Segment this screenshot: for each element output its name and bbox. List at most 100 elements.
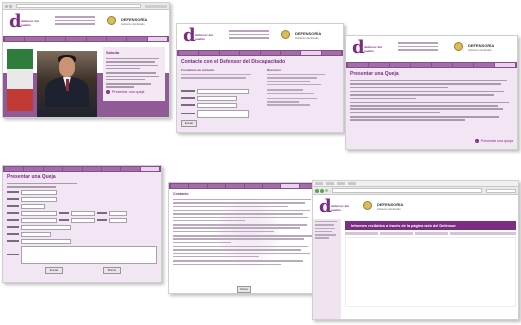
- nav-item-active[interactable]: [147, 37, 167, 41]
- nav-item[interactable]: [101, 167, 121, 171]
- nav-item[interactable]: [63, 167, 82, 171]
- phone-field[interactable]: [71, 217, 95, 223]
- nav-item[interactable]: [390, 63, 410, 67]
- nav-item[interactable]: [260, 51, 280, 55]
- site-logo[interactable]: d: [9, 12, 22, 32]
- nav-item[interactable]: [66, 37, 86, 41]
- phone-field[interactable]: [197, 102, 237, 108]
- id-field[interactable]: [21, 203, 45, 209]
- reload-button[interactable]: [325, 189, 328, 192]
- site-logo[interactable]: d: [183, 26, 196, 46]
- address-bar[interactable]: [16, 4, 141, 8]
- first-name-field[interactable]: [21, 189, 57, 195]
- nav-item[interactable]: [25, 37, 45, 41]
- nav-item[interactable]: [5, 167, 24, 171]
- gov-subtitle: Gobierno del Estado: [468, 49, 492, 52]
- sidebar-item[interactable]: [315, 227, 336, 229]
- nav-item[interactable]: [45, 37, 66, 41]
- nav-item[interactable]: [106, 37, 127, 41]
- nav-item[interactable]: [189, 184, 207, 188]
- sidebar-item[interactable]: [315, 234, 337, 236]
- disability-field[interactable]: [21, 231, 51, 237]
- search-box[interactable]: [486, 188, 516, 193]
- nav-item-active[interactable]: [301, 51, 321, 55]
- nav-item[interactable]: [453, 63, 473, 67]
- content-area: Presentar una Queja Enviar Borrar: [3, 172, 161, 282]
- nav-item-active[interactable]: [140, 167, 159, 171]
- address-field[interactable]: [21, 210, 57, 216]
- site-logo[interactable]: d: [352, 38, 365, 58]
- browser-tools[interactable]: [145, 4, 167, 8]
- sidebar-item[interactable]: [315, 221, 337, 223]
- entity-field[interactable]: [21, 238, 71, 244]
- nav-item-active[interactable]: [281, 184, 299, 188]
- mobile-field[interactable]: [109, 217, 127, 223]
- nav-item[interactable]: [369, 63, 389, 67]
- reports-banner-text: Informes recibidos a través de la página…: [351, 223, 456, 228]
- sidebar-item[interactable]: [315, 237, 330, 239]
- site-logo[interactable]: d: [319, 197, 332, 217]
- nav-item[interactable]: [199, 51, 219, 55]
- nav-item[interactable]: [82, 167, 101, 171]
- complaint-link[interactable]: › Presentar una queja: [106, 89, 162, 94]
- nav-item[interactable]: [171, 184, 189, 188]
- nav-item[interactable]: [321, 51, 341, 55]
- message-field[interactable]: [197, 109, 249, 118]
- nav-item[interactable]: [280, 51, 301, 55]
- email-field[interactable]: [197, 95, 237, 101]
- name-field[interactable]: [197, 88, 249, 94]
- complaint-link[interactable]: › Presentar una queja: [474, 139, 513, 143]
- address-bar[interactable]: [332, 188, 482, 193]
- nav-item[interactable]: [348, 63, 368, 67]
- nav-item[interactable]: [262, 184, 281, 188]
- government-seal-icon: [107, 16, 116, 25]
- submit-button[interactable]: Enviar: [181, 119, 197, 127]
- nav-item-active[interactable]: [495, 63, 515, 67]
- screenshot-complaint-info-page: d defensor del pueblo DEFENSORÍA Gobiern…: [345, 35, 518, 150]
- content-area: Contacte con el Defensor del Discapacita…: [177, 56, 343, 132]
- arrow-right-icon: ›: [106, 89, 110, 94]
- screenshot-saluda-page: d defensor del pueblo DEFENSORÍA Gobiern…: [2, 2, 170, 118]
- nav-item[interactable]: [86, 37, 106, 41]
- city-field[interactable]: [71, 210, 95, 216]
- sidebar-item[interactable]: [315, 230, 332, 233]
- nav-item[interactable]: [226, 184, 244, 188]
- nav-item[interactable]: [43, 167, 63, 171]
- reports-table-body: [345, 237, 516, 307]
- complaint-info-text: [350, 80, 514, 123]
- forward-button[interactable]: [9, 4, 12, 8]
- nav-item[interactable]: [244, 184, 262, 188]
- nav-item[interactable]: [474, 63, 494, 67]
- back-link[interactable]: Volver: [237, 286, 251, 293]
- complaint-textarea[interactable]: [21, 245, 157, 264]
- back-button[interactable]: [5, 4, 8, 8]
- zip-field[interactable]: [109, 210, 127, 216]
- content-area: Contacto Volver: [169, 189, 319, 293]
- nav-item[interactable]: [179, 51, 199, 55]
- nav-item[interactable]: [207, 184, 226, 188]
- header-text: [229, 30, 269, 41]
- reports-banner: Informes recibidos a través de la página…: [345, 221, 516, 230]
- gov-title: DEFENSORÍA: [468, 43, 495, 48]
- main-navigation: [3, 36, 169, 42]
- nav-item[interactable]: [121, 167, 140, 171]
- nav-item[interactable]: [219, 51, 240, 55]
- province-field[interactable]: [21, 217, 57, 223]
- gov-subtitle: Gobierno del Estado: [377, 208, 401, 211]
- last-name-field[interactable]: [21, 196, 57, 202]
- nav-item[interactable]: [432, 63, 452, 67]
- nav-item[interactable]: [5, 37, 25, 41]
- saluda-text: Saluda › Presentar una queja: [103, 47, 165, 101]
- nav-item[interactable]: [24, 167, 43, 171]
- defensor-photo: [37, 51, 97, 117]
- forward-button[interactable]: [320, 188, 324, 193]
- nav-item[interactable]: [411, 63, 431, 67]
- nav-item[interactable]: [127, 37, 147, 41]
- clear-button[interactable]: Borrar: [103, 266, 121, 274]
- sidebar-item[interactable]: [315, 224, 335, 226]
- email-field[interactable]: [21, 224, 71, 230]
- header-text: [398, 42, 438, 53]
- nav-item[interactable]: [240, 51, 260, 55]
- send-button[interactable]: Enviar: [45, 266, 63, 274]
- back-button[interactable]: [315, 188, 319, 193]
